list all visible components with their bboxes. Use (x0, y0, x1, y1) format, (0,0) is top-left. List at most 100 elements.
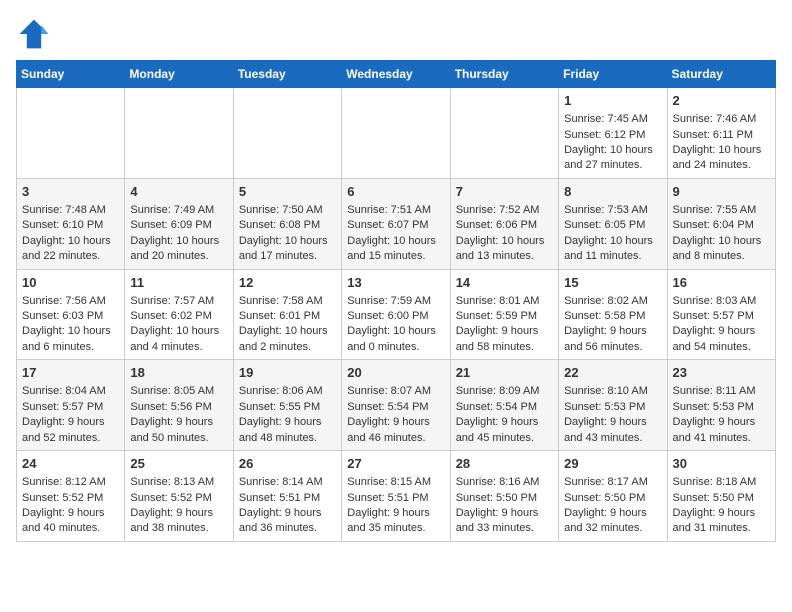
calendar-cell: 25 Sunrise: 8:13 AMSunset: 5:52 PMDayligh… (125, 451, 233, 542)
day-info: Daylight: 10 hours and 22 minutes. (22, 234, 119, 265)
calendar-week-row: 24Sunrise: 8:12 AMSunset: 5:52 PMDayligh… (17, 451, 776, 542)
calendar-cell (450, 88, 558, 179)
day-info: Daylight: 9 hours and 58 minutes. (456, 324, 553, 355)
calendar-cell: 8Sunrise: 7:53 AMSunset: 6:05 PMDaylight… (559, 178, 667, 269)
day-number: 29 (564, 455, 661, 473)
calendar-day-header: Sunday (17, 61, 125, 88)
day-info: Sunrise: 7:45 AM (564, 112, 661, 127)
day-number: 17 (22, 364, 119, 382)
day-info: Sunset: 5:52 PM (130, 491, 227, 506)
calendar-cell: 10Sunrise: 7:56 AMSunset: 6:03 PMDayligh… (17, 269, 125, 360)
day-info: Sunset: 5:54 PM (456, 400, 553, 415)
day-info: Sunset: 5:53 PM (564, 400, 661, 415)
day-number: 4 (130, 183, 227, 201)
day-info: Daylight: 9 hours and 35 minutes. (347, 506, 444, 537)
day-info: Daylight: 10 hours and 13 minutes. (456, 234, 553, 265)
day-info: Sunrise: 8:17 AM (564, 475, 661, 490)
day-number: 27 (347, 455, 444, 473)
day-number: 15 (564, 274, 661, 292)
calendar-cell: 20Sunrise: 8:07 AMSunset: 5:54 PMDayligh… (342, 360, 450, 451)
calendar-cell: 24Sunrise: 8:12 AMSunset: 5:52 PMDayligh… (17, 451, 125, 542)
day-info: Sunrise: 7:49 AM (130, 203, 227, 218)
day-info: Sunset: 6:06 PM (456, 218, 553, 233)
day-info: Sunrise: 7:46 AM (673, 112, 770, 127)
calendar-week-row: 3Sunrise: 7:48 AMSunset: 6:10 PMDaylight… (17, 178, 776, 269)
calendar-cell: 28Sunrise: 8:16 AMSunset: 5:50 PMDayligh… (450, 451, 558, 542)
logo-icon (16, 16, 52, 52)
day-info: Sunset: 5:50 PM (456, 491, 553, 506)
day-info: Sunrise: 7:58 AM (239, 294, 336, 309)
day-info: Sunset: 5:51 PM (239, 491, 336, 506)
calendar-day-header: Wednesday (342, 61, 450, 88)
day-number: 25 (130, 455, 227, 473)
calendar-cell: 16Sunrise: 8:03 AMSunset: 5:57 PMDayligh… (667, 269, 775, 360)
calendar-cell: 18Sunrise: 8:05 AMSunset: 5:56 PMDayligh… (125, 360, 233, 451)
day-info: Daylight: 9 hours and 38 minutes. (130, 506, 227, 537)
calendar-cell: 11Sunrise: 7:57 AMSunset: 6:02 PMDayligh… (125, 269, 233, 360)
day-info: Sunset: 5:51 PM (347, 491, 444, 506)
day-info: Sunrise: 8:12 AM (22, 475, 119, 490)
day-info: Daylight: 9 hours and 43 minutes. (564, 415, 661, 446)
day-number: 14 (456, 274, 553, 292)
day-info: Daylight: 9 hours and 54 minutes. (673, 324, 770, 355)
day-info: Daylight: 10 hours and 15 minutes. (347, 234, 444, 265)
day-info: Sunset: 6:04 PM (673, 218, 770, 233)
day-info: Sunrise: 8:03 AM (673, 294, 770, 309)
day-number: 8 (564, 183, 661, 201)
day-number: 13 (347, 274, 444, 292)
calendar-cell: 19Sunrise: 8:06 AMSunset: 5:55 PMDayligh… (233, 360, 341, 451)
day-info: Sunrise: 8:15 AM (347, 475, 444, 490)
day-info: Sunrise: 7:53 AM (564, 203, 661, 218)
day-info: Daylight: 9 hours and 52 minutes. (22, 415, 119, 446)
day-info: Sunset: 6:02 PM (130, 309, 227, 324)
day-info: Sunset: 5:54 PM (347, 400, 444, 415)
day-info: Daylight: 10 hours and 2 minutes. (239, 324, 336, 355)
day-info: Daylight: 9 hours and 36 minutes. (239, 506, 336, 537)
calendar-cell: 15Sunrise: 8:02 AMSunset: 5:58 PMDayligh… (559, 269, 667, 360)
calendar-week-row: 17Sunrise: 8:04 AMSunset: 5:57 PMDayligh… (17, 360, 776, 451)
logo (16, 16, 56, 52)
day-info: Daylight: 10 hours and 17 minutes. (239, 234, 336, 265)
day-info: Sunrise: 8:18 AM (673, 475, 770, 490)
calendar-cell: 4Sunrise: 7:49 AMSunset: 6:09 PMDaylight… (125, 178, 233, 269)
day-info: Sunrise: 8:16 AM (456, 475, 553, 490)
day-info: Sunset: 5:56 PM (130, 400, 227, 415)
day-info: Daylight: 10 hours and 6 minutes. (22, 324, 119, 355)
day-info: Sunset: 6:00 PM (347, 309, 444, 324)
day-number: 19 (239, 364, 336, 382)
day-info: Sunset: 5:55 PM (239, 400, 336, 415)
calendar-cell: 23Sunrise: 8:11 AMSunset: 5:53 PMDayligh… (667, 360, 775, 451)
day-info: Sunrise: 8:04 AM (22, 384, 119, 399)
calendar-cell (233, 88, 341, 179)
day-number: 11 (130, 274, 227, 292)
calendar-week-row: 10Sunrise: 7:56 AMSunset: 6:03 PMDayligh… (17, 269, 776, 360)
day-number: 12 (239, 274, 336, 292)
calendar-cell: 9Sunrise: 7:55 AMSunset: 6:04 PMDaylight… (667, 178, 775, 269)
calendar-week-row: 1Sunrise: 7:45 AMSunset: 6:12 PMDaylight… (17, 88, 776, 179)
day-info: Sunrise: 7:55 AM (673, 203, 770, 218)
day-info: Daylight: 10 hours and 20 minutes. (130, 234, 227, 265)
day-info: Sunrise: 8:13 AM (130, 475, 227, 490)
calendar-cell: 7Sunrise: 7:52 AMSunset: 6:06 PMDaylight… (450, 178, 558, 269)
day-info: Sunset: 5:52 PM (22, 491, 119, 506)
day-info: Daylight: 9 hours and 32 minutes. (564, 506, 661, 537)
day-info: Sunrise: 8:05 AM (130, 384, 227, 399)
day-number: 5 (239, 183, 336, 201)
calendar-cell: 27 Sunrise: 8:15 AMSunset: 5:51 PMDayligh… (342, 451, 450, 542)
day-info: Sunset: 6:12 PM (564, 128, 661, 143)
day-number: 6 (347, 183, 444, 201)
day-info: Sunrise: 7:56 AM (22, 294, 119, 309)
calendar-cell (125, 88, 233, 179)
day-info: Sunrise: 8:07 AM (347, 384, 444, 399)
day-number: 20 (347, 364, 444, 382)
calendar-day-header: Tuesday (233, 61, 341, 88)
day-info: Sunrise: 8:06 AM (239, 384, 336, 399)
calendar-cell: 12Sunrise: 7:58 AMSunset: 6:01 PMDayligh… (233, 269, 341, 360)
day-number: 7 (456, 183, 553, 201)
day-info: Sunset: 5:59 PM (456, 309, 553, 324)
calendar-cell: 21Sunrise: 8:09 AMSunset: 5:54 PMDayligh… (450, 360, 558, 451)
calendar-day-header: Friday (559, 61, 667, 88)
day-info: Sunset: 5:57 PM (22, 400, 119, 415)
calendar-cell: 5Sunrise: 7:50 AMSunset: 6:08 PMDaylight… (233, 178, 341, 269)
day-number: 28 (456, 455, 553, 473)
